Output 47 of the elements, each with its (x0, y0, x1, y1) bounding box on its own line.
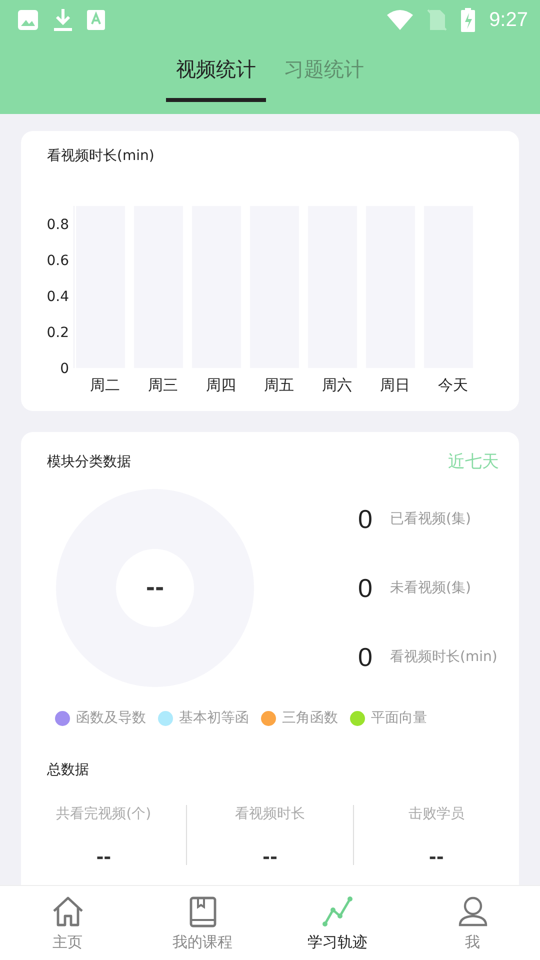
tab[interactable]: 习题统计 (274, 40, 374, 102)
home-icon (50, 894, 84, 928)
nav-item[interactable]: 主页 (0, 886, 135, 960)
x-axis-label: 周五 (264, 376, 294, 394)
stat-value: 0 (358, 642, 374, 672)
total-label: 共看完视频(个) (56, 805, 152, 823)
status-time: 9:27 (489, 8, 528, 32)
legend-label: 函数及导数 (76, 709, 146, 727)
nav-item[interactable]: 我 (405, 886, 540, 960)
wifi-icon (387, 9, 414, 31)
legend-label: 三角函数 (282, 709, 338, 727)
x-axis-label: 周六 (322, 376, 352, 394)
total-label: 击败学员 (408, 805, 464, 823)
stat-label: 已看视频(集) (390, 510, 471, 528)
legend-label: 基本初等函 (179, 709, 249, 727)
nav-item[interactable]: 我的课程 (135, 886, 270, 960)
download-icon (53, 8, 73, 32)
stat-value: 0 (358, 572, 374, 604)
battery-charging-icon (461, 8, 476, 32)
x-axis-label: 周日 (380, 376, 410, 394)
no-sim-icon (427, 9, 448, 31)
image-icon (17, 9, 39, 31)
translate-icon (87, 10, 105, 30)
stat-label: 未看视频(集) (390, 579, 471, 597)
x-axis-label: 今天 (438, 376, 468, 394)
y-tick-label: 0.4 (46, 289, 69, 305)
card-title: 看视频时长(min) (46, 147, 156, 165)
y-tick-label: 0 (60, 361, 69, 377)
stat-value: 0 (358, 504, 374, 534)
nav-item[interactable]: 学习轨迹 (270, 886, 405, 960)
y-tick-label: 0.2 (46, 325, 69, 341)
trend-line-icon (320, 894, 354, 928)
stat-label: 看视频时长(min) (390, 648, 498, 666)
total-label: 看视频时长 (234, 805, 305, 823)
x-axis-label: 周三 (148, 376, 178, 394)
total-value: -- (262, 847, 278, 868)
tab[interactable]: 视频统计 (166, 40, 266, 102)
section-title: 总数据 (46, 761, 90, 779)
x-axis-label: 周四 (206, 376, 236, 394)
donut-center-value: -- (146, 576, 164, 600)
y-tick-label: 0.6 (46, 253, 69, 269)
y-tick-label: 0.8 (46, 217, 69, 233)
total-value: -- (428, 847, 444, 868)
total-value: -- (96, 847, 112, 868)
x-axis-label: 周二 (90, 376, 120, 394)
card-title: 模块分类数据 (46, 452, 131, 470)
legend-label: 平面向量 (371, 709, 427, 727)
